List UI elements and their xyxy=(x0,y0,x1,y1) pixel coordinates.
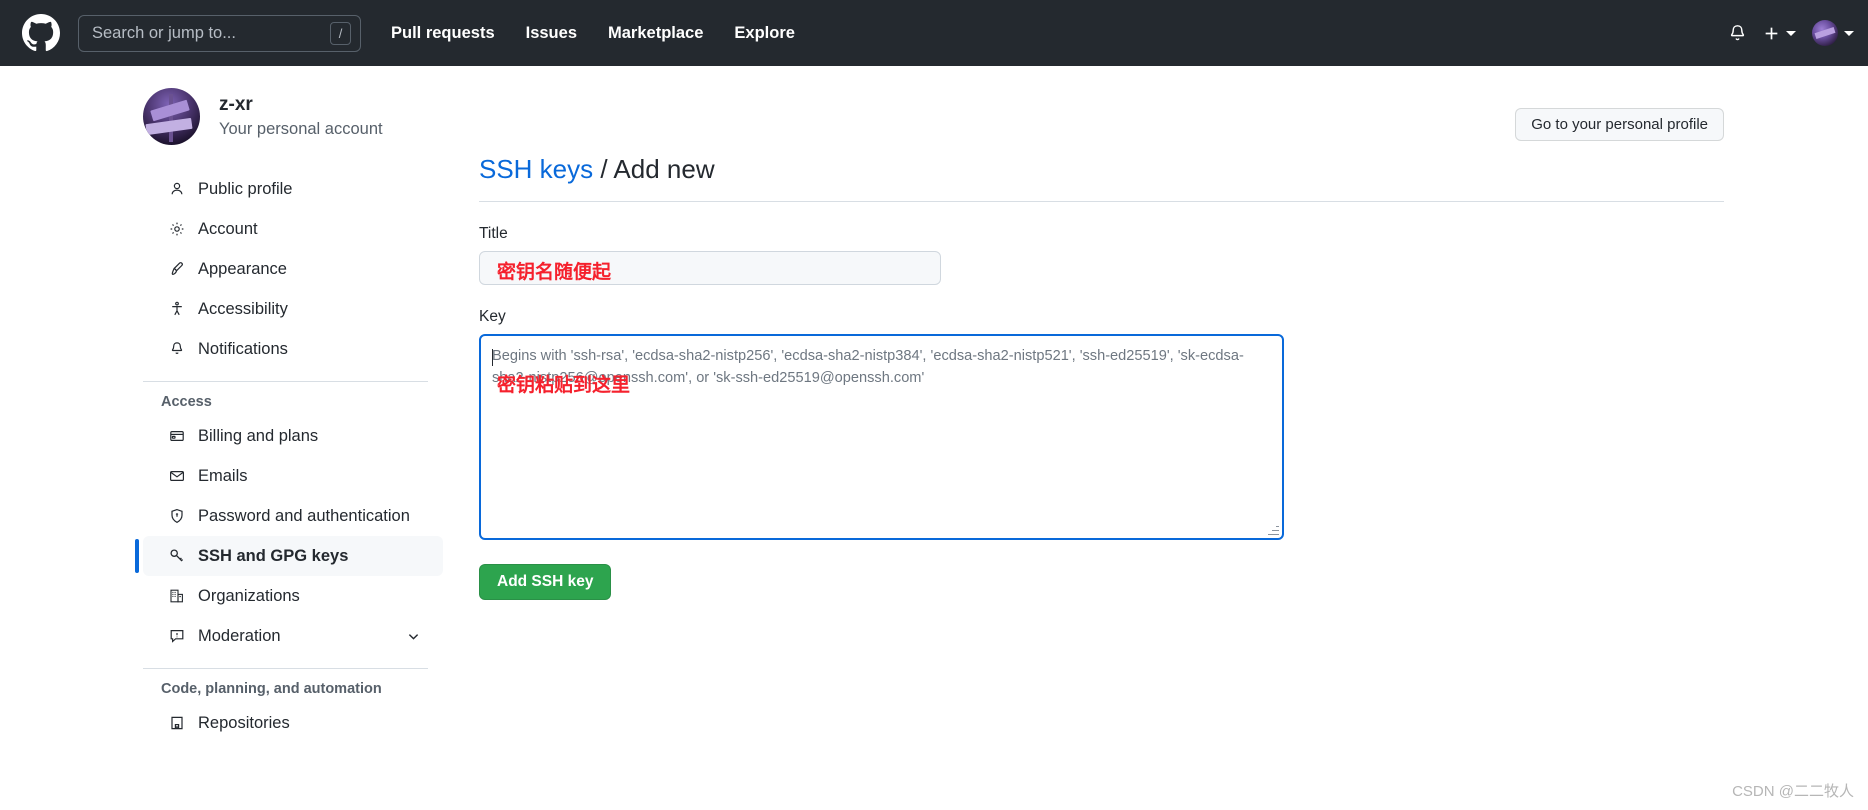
title-input[interactable] xyxy=(479,251,941,285)
go-to-personal-profile-button[interactable]: Go to your personal profile xyxy=(1515,108,1724,141)
sidebar-item-label: Repositories xyxy=(198,713,290,732)
primary-nav: Pull requests Issues Marketplace Explore xyxy=(391,24,795,43)
person-icon xyxy=(168,181,185,198)
sidebar-item-label: Notifications xyxy=(198,339,288,358)
sidebar-item-notifications[interactable]: Notifications xyxy=(143,329,443,369)
accessibility-icon xyxy=(168,301,185,318)
repo-icon xyxy=(168,715,185,732)
text-caret xyxy=(492,349,493,366)
sidebar-divider xyxy=(143,668,428,669)
sidebar-item-accessibility[interactable]: Accessibility xyxy=(143,289,443,329)
create-new-button[interactable] xyxy=(1763,25,1796,42)
sidebar-item-label: Billing and plans xyxy=(198,426,319,445)
credit-card-icon xyxy=(168,428,185,445)
key-icon xyxy=(168,548,185,565)
sidebar-item-appearance[interactable]: Appearance xyxy=(143,249,443,289)
sidebar-item-billing-and-plans[interactable]: Billing and plans xyxy=(143,416,443,456)
nav-item-pull-requests[interactable]: Pull requests xyxy=(391,24,495,43)
breadcrumb-current: Add new xyxy=(613,154,715,184)
page-title: SSH keys / Add new xyxy=(479,154,1724,202)
chevron-down-icon xyxy=(1844,30,1854,36)
report-icon xyxy=(168,628,185,645)
sidebar-item-label: Accessibility xyxy=(198,299,288,318)
sidebar-item-label: Appearance xyxy=(198,259,287,278)
breadcrumb-separator: / xyxy=(600,154,608,184)
github-mark-icon[interactable] xyxy=(22,14,60,52)
sidebar-item-label: Emails xyxy=(198,466,248,485)
sidebar-group-heading-code: Code, planning, and automation xyxy=(161,681,382,697)
key-field-label: Key xyxy=(479,308,506,325)
add-ssh-key-button[interactable]: Add SSH key xyxy=(479,564,612,600)
bell-icon[interactable] xyxy=(1728,24,1747,43)
settings-layout: Public profile Account Appearance Access… xyxy=(0,154,1868,743)
sidebar-item-label: Password and authentication xyxy=(198,506,410,525)
nav-item-marketplace[interactable]: Marketplace xyxy=(608,24,703,43)
watermark: CSDN @二二牧人 xyxy=(1732,783,1854,800)
avatar xyxy=(1812,20,1838,46)
sidebar-item-emails[interactable]: Emails xyxy=(143,456,443,496)
title-field-wrapper: 密钥名随便起 xyxy=(479,251,941,285)
global-header: Search or jump to... / Pull requests Iss… xyxy=(0,0,1868,66)
search-shortcut-key: / xyxy=(330,21,351,45)
settings-sidebar: Public profile Account Appearance Access… xyxy=(135,169,443,743)
nav-item-issues[interactable]: Issues xyxy=(526,24,577,43)
sidebar-item-ssh-and-gpg-keys[interactable]: SSH and GPG keys xyxy=(135,536,443,576)
page-body: z-xr Your personal account Go to your pe… xyxy=(0,66,1868,810)
plus-icon xyxy=(1765,27,1778,39)
bell-icon xyxy=(168,341,185,358)
avatar[interactable] xyxy=(143,88,200,145)
search-placeholder: Search or jump to... xyxy=(92,23,236,42)
breadcrumb-link-ssh-keys[interactable]: SSH keys xyxy=(479,154,593,184)
sidebar-item-label: Moderation xyxy=(198,626,281,645)
gear-icon xyxy=(168,221,185,238)
sidebar-item-label: Organizations xyxy=(198,586,300,605)
account-name: z-xr xyxy=(219,94,253,116)
shield-lock-icon xyxy=(168,508,185,525)
chevron-down-icon xyxy=(1786,30,1796,36)
sidebar-item-label: SSH and GPG keys xyxy=(198,546,349,565)
sidebar-item-password-and-authentication[interactable]: Password and authentication xyxy=(143,496,443,536)
account-subtitle: Your personal account xyxy=(219,119,383,138)
user-menu-button[interactable] xyxy=(1812,20,1854,46)
sidebar-item-repositories[interactable]: Repositories xyxy=(143,703,443,743)
search-input[interactable]: Search or jump to... / xyxy=(78,14,361,52)
chevron-down-icon[interactable] xyxy=(406,629,421,644)
organization-icon xyxy=(168,588,185,605)
paintbrush-icon xyxy=(168,261,185,278)
sidebar-item-account[interactable]: Account xyxy=(143,209,443,249)
sidebar-item-public-profile[interactable]: Public profile xyxy=(143,169,443,209)
sidebar-item-moderation[interactable]: Moderation xyxy=(143,616,443,656)
sidebar-item-label: Public profile xyxy=(198,179,293,198)
mail-icon xyxy=(168,468,185,485)
main-content: SSH keys / Add new Title 密钥名随便起 Key Begi… xyxy=(443,154,1868,743)
title-field-label: Title xyxy=(479,225,508,242)
key-textarea[interactable]: Begins with 'ssh-rsa', 'ecdsa-sha2-nistp… xyxy=(479,334,1284,540)
sidebar-divider xyxy=(143,381,428,382)
nav-item-explore[interactable]: Explore xyxy=(734,24,795,43)
header-actions xyxy=(1728,0,1854,66)
key-placeholder-line-2: sha2-nistp256@openssh.com', or 'sk-ssh-e… xyxy=(492,370,925,386)
resize-handle[interactable] xyxy=(1268,524,1279,535)
sidebar-group-heading-access: Access xyxy=(161,394,212,410)
key-field-wrapper: Begins with 'ssh-rsa', 'ecdsa-sha2-nistp… xyxy=(479,334,1724,540)
sidebar-item-label: Account xyxy=(198,219,258,238)
key-placeholder-line-1: Begins with 'ssh-rsa', 'ecdsa-sha2-nistp… xyxy=(492,348,1244,364)
sidebar-item-organizations[interactable]: Organizations xyxy=(143,576,443,616)
